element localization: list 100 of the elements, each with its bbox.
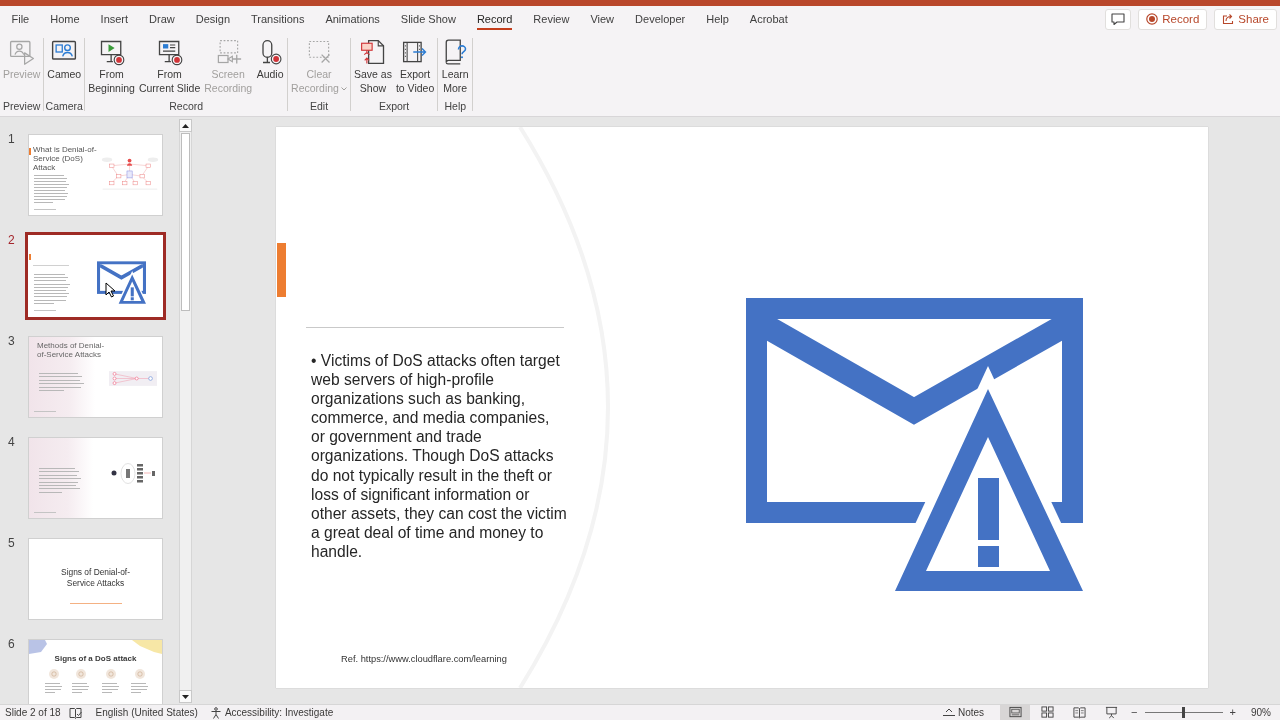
- menu-tab[interactable]: Animations: [314, 6, 391, 32]
- spelling-button[interactable]: [66, 705, 84, 720]
- from-beginning-button[interactable]: From Beginning: [86, 38, 137, 98]
- group-label: Camera: [45, 99, 84, 114]
- slide-count-text: Slide 2 of 18: [5, 707, 61, 718]
- learn-more-button[interactable]: Learn More: [439, 38, 472, 98]
- menu-tab[interactable]: Developer: [624, 6, 696, 32]
- circle-icon: [135, 669, 145, 679]
- slide-thumbnail[interactable]: What is Denial-of-Service (DoS) Attack: [28, 134, 163, 216]
- menu-tab[interactable]: Record: [466, 6, 523, 32]
- text-lines-drawing: [39, 373, 84, 391]
- brush-stroke-drawing: [132, 640, 162, 654]
- slide-thumbnail[interactable]: Signs of Denial-of-Service Attacks: [28, 538, 163, 620]
- share-icon: [1222, 13, 1235, 25]
- circle-icon: [76, 669, 86, 679]
- network-diagram-drawing: [101, 157, 159, 191]
- screen-person-icon: [7, 38, 36, 66]
- slide-number: 5: [8, 536, 16, 550]
- from-current-slide-button[interactable]: From Current Slide: [136, 38, 203, 98]
- slide-number: 1: [8, 132, 16, 146]
- audio-button[interactable]: Audio: [254, 38, 287, 98]
- text-lines-drawing: [34, 175, 69, 203]
- slide-thumbnail[interactable]: Methods of Denial-of-Service Attacks: [28, 336, 163, 418]
- menu-tab[interactable]: Draw: [138, 6, 186, 32]
- menu-tab[interactable]: Design: [185, 6, 241, 32]
- accent-line: [70, 603, 122, 604]
- thumbnail-title: Signs of a DoS attack: [53, 654, 138, 664]
- text-lines-drawing: [34, 274, 70, 304]
- record-button[interactable]: Record: [1138, 8, 1208, 30]
- normal-view-icon: [1008, 706, 1022, 719]
- menu-tab[interactable]: Review: [522, 6, 580, 32]
- footer-line-drawing: [34, 512, 56, 513]
- export-to-video-button[interactable]: Export to Video: [393, 38, 437, 98]
- zoom-out-button[interactable]: −: [1128, 705, 1141, 720]
- record-icon: [1146, 13, 1159, 25]
- notes-button[interactable]: Notes: [941, 705, 987, 720]
- menu-tab[interactable]: Acrobat: [739, 6, 799, 32]
- text-lines-drawing: [39, 468, 81, 493]
- triangle-up-icon: [182, 123, 189, 128]
- envelope-warning-icon: [746, 298, 1083, 591]
- menu-tab[interactable]: Slide Show: [390, 6, 467, 32]
- slide-thumbnail[interactable]: Signs of a DoS attack: [28, 639, 163, 704]
- thumbnail-title: Signs of Denial-of-Service Attacks: [60, 567, 131, 588]
- thumbnail-title: What is Denial-of-Service (DoS) Attack: [33, 145, 97, 172]
- scrollbar-thumb[interactable]: [181, 133, 190, 311]
- save-as-show-button[interactable]: Save as Show: [351, 38, 394, 98]
- text-lines-drawing: [72, 683, 90, 693]
- footer-line-drawing: [34, 209, 56, 210]
- group-label: Preview: [2, 99, 42, 114]
- accent-bar: [29, 148, 31, 155]
- slide-thumbnail[interactable]: [25, 232, 166, 320]
- accent-bar: [29, 254, 31, 260]
- text-lines-drawing: [45, 683, 63, 693]
- scroll-down-button[interactable]: [179, 690, 192, 703]
- slide-number: 3: [8, 334, 16, 348]
- menu-tab[interactable]: View: [579, 6, 625, 32]
- comments-button[interactable]: [1105, 8, 1132, 30]
- text-lines-drawing: [131, 683, 149, 693]
- menu-tab[interactable]: File: [1, 6, 40, 32]
- zoom-slider-thumb[interactable]: [1182, 707, 1186, 718]
- brush-stroke-drawing: [29, 640, 47, 654]
- grid-icon: [1040, 706, 1054, 719]
- menu-tab[interactable]: Transitions: [240, 6, 315, 32]
- group-label: Help: [443, 99, 468, 114]
- menu-tab[interactable]: Insert: [90, 6, 139, 32]
- menu-tab[interactable]: Home: [39, 6, 91, 32]
- bullet-paragraph: • Victims of DoS attacks often target web servers of high-profile organizations such as banking, commerce, and media companies, or government and trade organizations. Though DoS attacks do not typically result in the theft or loss of significant information or other assets, they can cost the victim a great deal of time and money to handle.: [311, 351, 567, 562]
- group-label: Edit: [309, 99, 330, 114]
- circle-icon: [49, 669, 59, 679]
- slide-number: 2: [8, 233, 16, 247]
- accessibility-button[interactable]: Accessibility: Investigate: [207, 705, 336, 720]
- reference-text: Ref. https://www.cloudflare.com/learning: [341, 654, 507, 664]
- accessibility-icon: [209, 706, 222, 719]
- circle-icon: [106, 669, 116, 679]
- footer-line-drawing: [34, 310, 56, 311]
- menu-tab[interactable]: Help: [695, 6, 740, 32]
- envelope-warning-icon: [97, 261, 146, 304]
- accent-bar: [277, 243, 286, 297]
- share-button[interactable]: Share: [1214, 8, 1277, 30]
- text-lines-drawing: [102, 683, 120, 693]
- slide-number: 6: [8, 637, 16, 651]
- zoom-in-button[interactable]: +: [1226, 705, 1239, 720]
- network-diagram-drawing: [111, 463, 156, 484]
- triangle-down-icon: [182, 694, 189, 699]
- zoom-level-button[interactable]: 90%: [1249, 705, 1273, 720]
- cameo-button[interactable]: Cameo: [45, 38, 84, 98]
- footer-line-drawing: [34, 411, 56, 412]
- book-check-icon: [68, 706, 82, 719]
- group-label: Record: [168, 99, 205, 114]
- speech-bubble-icon: [1111, 13, 1126, 25]
- normal-view-button[interactable]: [1000, 705, 1031, 720]
- notes-icon: [943, 708, 955, 717]
- scroll-up-button[interactable]: [179, 119, 192, 132]
- projector-screen-icon: [1104, 706, 1118, 719]
- open-book-icon: [1072, 706, 1086, 719]
- flow-diagram-drawing: [109, 371, 157, 386]
- language-button[interactable]: English (United States): [93, 705, 200, 720]
- group-label: Export: [377, 99, 411, 114]
- document-easel-icon: [358, 38, 387, 66]
- thumbnail-title: Methods of Denial-of-Service Attacks: [37, 341, 106, 359]
